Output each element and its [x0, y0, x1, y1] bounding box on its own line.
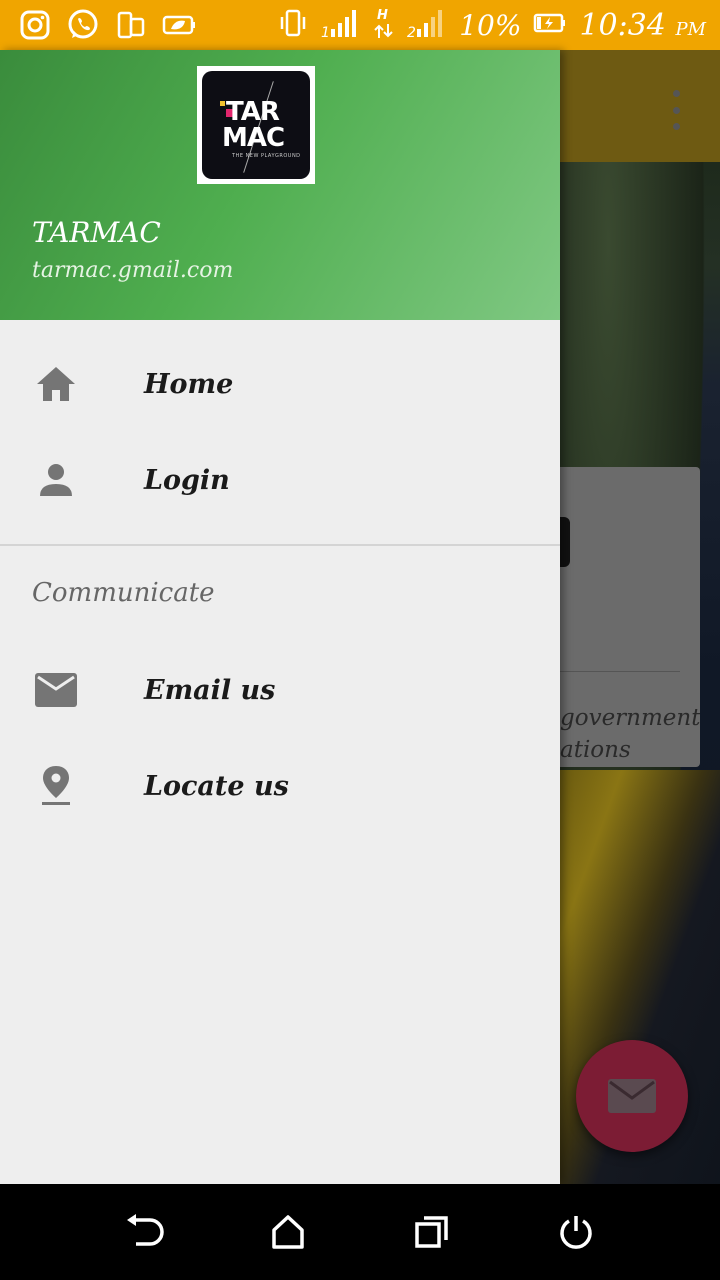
back-icon[interactable] — [122, 1210, 166, 1254]
signal-2-icon: 2 — [407, 7, 447, 43]
logo-tagline: THE NEW PLAYGROUND — [232, 153, 301, 159]
clock-time: 10:34 — [579, 7, 666, 43]
recents-icon[interactable] — [410, 1210, 454, 1254]
email-icon — [608, 1079, 656, 1113]
email-fab-button[interactable] — [576, 1040, 688, 1152]
svg-text:2: 2 — [407, 25, 416, 39]
clock-suffix: PM — [675, 18, 706, 40]
home-icon[interactable] — [266, 1210, 310, 1254]
location-pin-icon — [34, 764, 78, 808]
instagram-icon — [18, 8, 52, 42]
background-card-text-2: ations — [560, 737, 631, 763]
drawer-item-label: Locate us — [144, 770, 289, 802]
background-card-text: government — [560, 705, 700, 731]
person-icon — [34, 458, 78, 502]
status-bar: 1 H 2 10% 10:34 PM — [0, 0, 720, 50]
drawer-item-label: Login — [144, 464, 230, 496]
drawer-divider — [0, 544, 560, 546]
user-name: TARMAC — [32, 216, 161, 249]
drawer-item-locate-us[interactable]: Locate us — [0, 738, 560, 834]
drawer-item-label: Home — [144, 368, 234, 400]
drawer-item-email-us[interactable]: Email us — [0, 642, 560, 738]
clock: 10:34 PM — [579, 8, 706, 43]
battery-saver-icon — [162, 8, 196, 42]
app-logo: TAR MAC THE NEW PLAYGROUND — [197, 66, 315, 184]
drawer-item-label: Email us — [144, 674, 276, 706]
vibrate-icon — [277, 8, 309, 42]
battery-percent: 10% — [459, 8, 522, 42]
drawer-item-login[interactable]: Login — [0, 432, 560, 528]
power-icon[interactable] — [554, 1210, 598, 1254]
background-app-bar — [560, 50, 720, 162]
navigation-drawer: TAR MAC THE NEW PLAYGROUND TARMAC tarmac… — [0, 50, 560, 1184]
svg-text:H: H — [377, 8, 388, 23]
drawer-item-home[interactable]: Home — [0, 336, 560, 432]
logo-text-bottom: MAC — [222, 123, 285, 153]
home-icon — [34, 362, 78, 406]
user-email: tarmac.gmail.com — [32, 258, 234, 283]
svg-text:1: 1 — [321, 25, 330, 39]
system-nav-bar — [0, 1184, 720, 1280]
background-card-divider — [540, 671, 680, 672]
email-icon — [34, 668, 78, 712]
drawer-header: TAR MAC THE NEW PLAYGROUND TARMAC tarmac… — [0, 50, 560, 320]
section-title-communicate: Communicate — [32, 578, 215, 608]
logo-text-top: TAR — [226, 97, 280, 127]
data-h-icon: H — [373, 6, 395, 44]
overflow-menu-icon[interactable] — [668, 90, 684, 130]
signal-1-icon: 1 — [321, 7, 361, 43]
battery-charging-icon — [533, 12, 567, 38]
phone-clone-icon — [114, 8, 148, 42]
whatsapp-icon — [66, 8, 100, 42]
